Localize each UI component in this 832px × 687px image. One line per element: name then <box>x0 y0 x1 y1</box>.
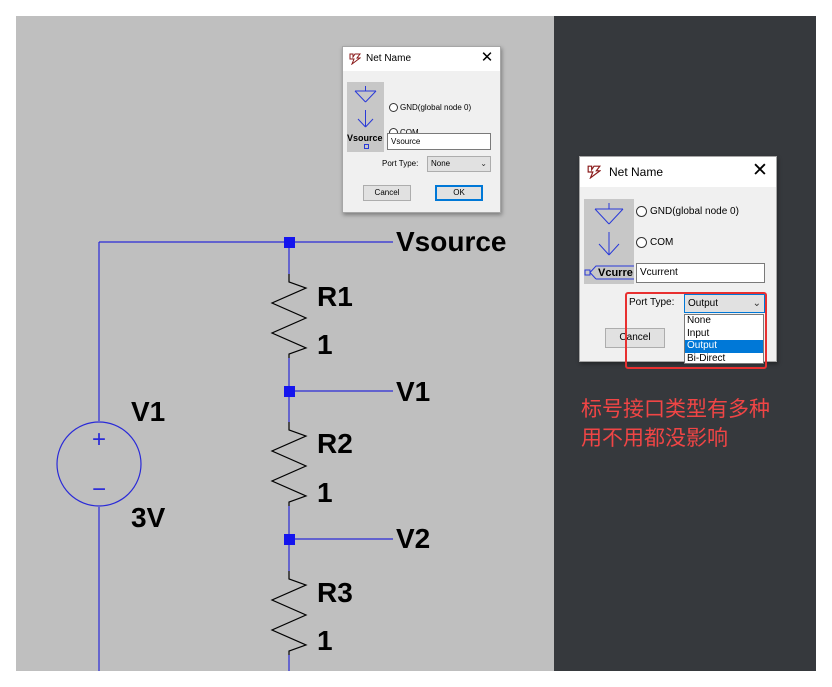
ltspice-app-icon <box>349 53 361 65</box>
ok-button[interactable]: OK <box>435 185 483 201</box>
com-option-label: COM <box>650 237 674 248</box>
net-name-input[interactable]: Vcurrent <box>636 263 765 283</box>
highlight-box <box>625 292 767 369</box>
gnd-symbol-icon <box>594 203 624 225</box>
dialog-title: Net Name <box>366 53 412 64</box>
net-label-preview: Vcurre <box>598 267 633 279</box>
annotation-line-2: 用不用都没影响 <box>581 426 728 450</box>
annotation-line-1: 标号接口类型有多种 <box>581 397 770 421</box>
gnd-option-label: GND(global node 0) <box>650 206 739 217</box>
com-option[interactable]: COM <box>636 237 673 248</box>
port-type-label: Port Type: <box>382 159 419 168</box>
net-symbol-panel: Vsource <box>347 82 384 152</box>
resistor-r3[interactable] <box>270 571 308 655</box>
junction-dot <box>284 534 295 545</box>
source-v1-value: 3V <box>131 502 166 533</box>
gnd-radio[interactable] <box>389 103 398 112</box>
source-plus-sign: + <box>92 426 106 453</box>
close-icon[interactable]: ✕ <box>751 161 769 181</box>
ltspice-app-icon <box>587 165 601 179</box>
net-symbol-panel: Vcurre <box>584 199 634 284</box>
cancel-button[interactable]: Cancel <box>363 185 411 201</box>
resistor-r3-value: 1 <box>317 625 333 656</box>
net-label-vsource[interactable]: Vsource <box>396 226 507 258</box>
net-name-dialog-vsource: Net Name ✕ Vsource GND(global node 0) Vs… <box>342 46 501 213</box>
resistor-r2-name: R2 <box>317 428 353 459</box>
net-pin-marker <box>364 144 369 149</box>
com-symbol-icon <box>598 232 620 256</box>
chevron-down-icon: ⌄ <box>480 159 487 168</box>
dialog-titlebar[interactable]: Net Name ✕ <box>343 47 500 71</box>
annotation-text: 标号接口类型有多种 用不用都没影响 <box>581 395 811 453</box>
port-type-value: None <box>431 159 451 168</box>
dialog-title: Net Name <box>609 165 664 179</box>
junction-dot <box>284 386 295 397</box>
net-name-input[interactable]: Vsource <box>387 133 491 150</box>
com-radio[interactable] <box>636 237 647 248</box>
junction-dot <box>284 237 295 248</box>
source-minus-sign: − <box>92 476 106 503</box>
close-icon[interactable]: ✕ <box>480 50 494 66</box>
resistor-r1-name: R1 <box>317 281 353 312</box>
resistor-r2-value: 1 <box>317 477 333 508</box>
net-label-v1[interactable]: V1 <box>396 376 430 408</box>
source-v1-name: V1 <box>131 396 166 427</box>
net-label-preview: Vsource <box>347 133 383 143</box>
resistor-r2[interactable] <box>270 422 308 506</box>
gnd-option[interactable]: GND(global node 0) <box>636 206 739 217</box>
resistor-r1[interactable] <box>270 274 308 358</box>
screenshot-frame: + − Vsource V1 V2 R1 1 R2 1 R3 1 V1 3V N… <box>16 16 816 671</box>
resistor-r1-value: 1 <box>317 329 333 360</box>
net-label-v2[interactable]: V2 <box>396 523 430 555</box>
com-symbol-icon <box>357 110 374 128</box>
gnd-option[interactable]: GND(global node 0) <box>389 103 471 112</box>
dialog-titlebar[interactable]: Net Name ✕ <box>580 157 776 187</box>
resistor-r3-name: R3 <box>317 577 353 608</box>
gnd-symbol-icon <box>354 86 377 103</box>
gnd-radio[interactable] <box>636 206 647 217</box>
gnd-option-label: GND(global node 0) <box>400 103 472 112</box>
port-type-select[interactable]: None ⌄ <box>427 156 491 172</box>
